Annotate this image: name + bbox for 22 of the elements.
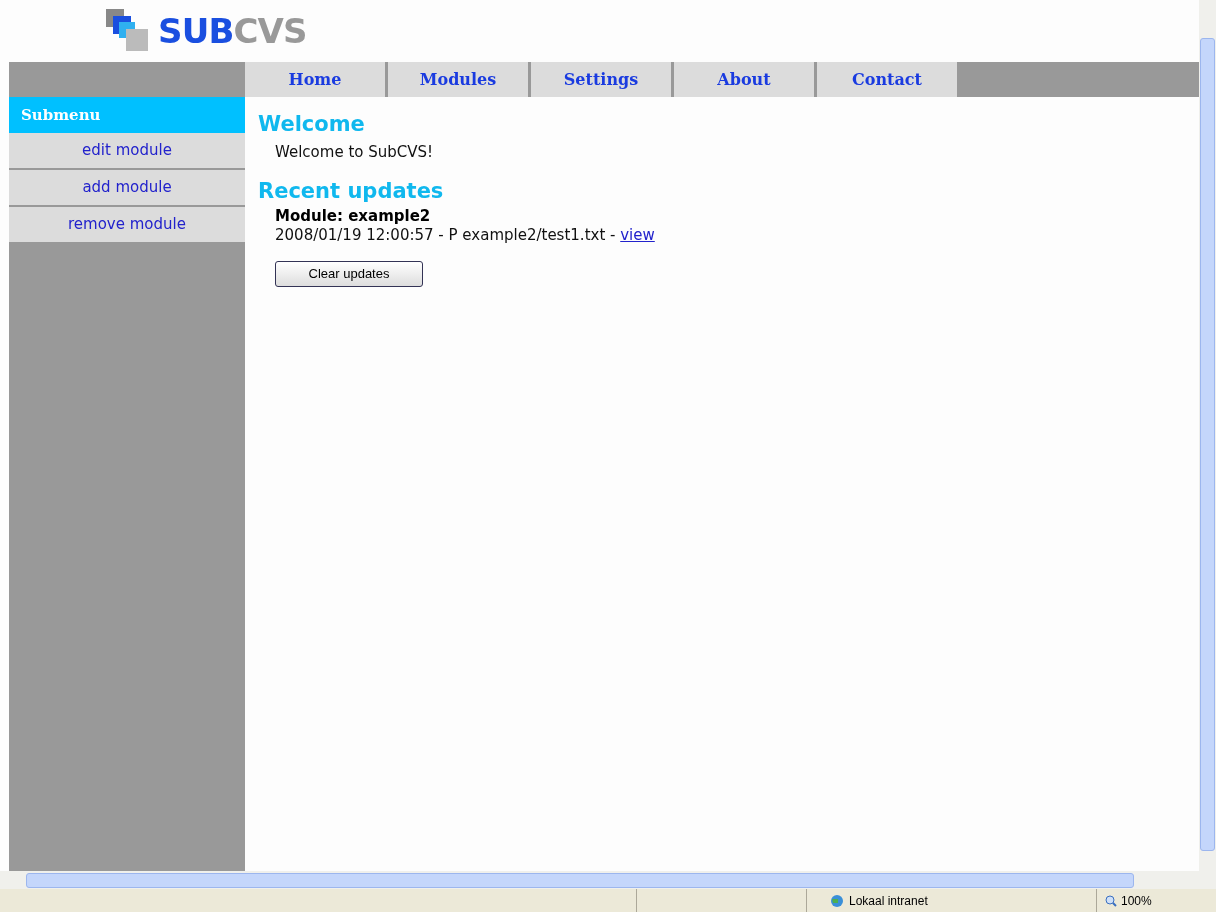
submenu-title: Submenu bbox=[9, 97, 245, 133]
clear-updates-button[interactable]: Clear updates bbox=[275, 260, 423, 287]
nav-tab[interactable]: Home bbox=[245, 62, 385, 97]
submenu-item[interactable]: edit module bbox=[9, 133, 245, 168]
nav-tab[interactable]: Contact bbox=[817, 62, 957, 97]
welcome-text: Welcome to SubCVS! bbox=[274, 142, 435, 164]
nav-tab[interactable]: About bbox=[674, 62, 814, 97]
module-name: Module: example2 bbox=[274, 207, 432, 226]
updates-heading: Recent updates bbox=[258, 177, 445, 204]
submenu-item[interactable]: add module bbox=[9, 170, 245, 205]
magnifier-icon[interactable] bbox=[1105, 894, 1117, 907]
submenu-item[interactable]: remove module bbox=[9, 207, 245, 242]
nav-tab[interactable]: Settings bbox=[531, 62, 671, 97]
logo-icon bbox=[106, 9, 150, 53]
nav-tab[interactable]: Modules bbox=[388, 62, 528, 97]
logo-text: SUBCVS bbox=[158, 14, 307, 48]
zoom-level[interactable]: 100% bbox=[1121, 891, 1152, 910]
update-entry: 2008/01/19 12:00:57 - P example2/test1.txt - view bbox=[274, 225, 656, 245]
view-link[interactable]: view bbox=[620, 225, 655, 244]
zone-label: Lokaal intranet bbox=[849, 892, 928, 910]
globe-icon bbox=[829, 893, 845, 908]
welcome-heading: Welcome bbox=[258, 111, 366, 138]
